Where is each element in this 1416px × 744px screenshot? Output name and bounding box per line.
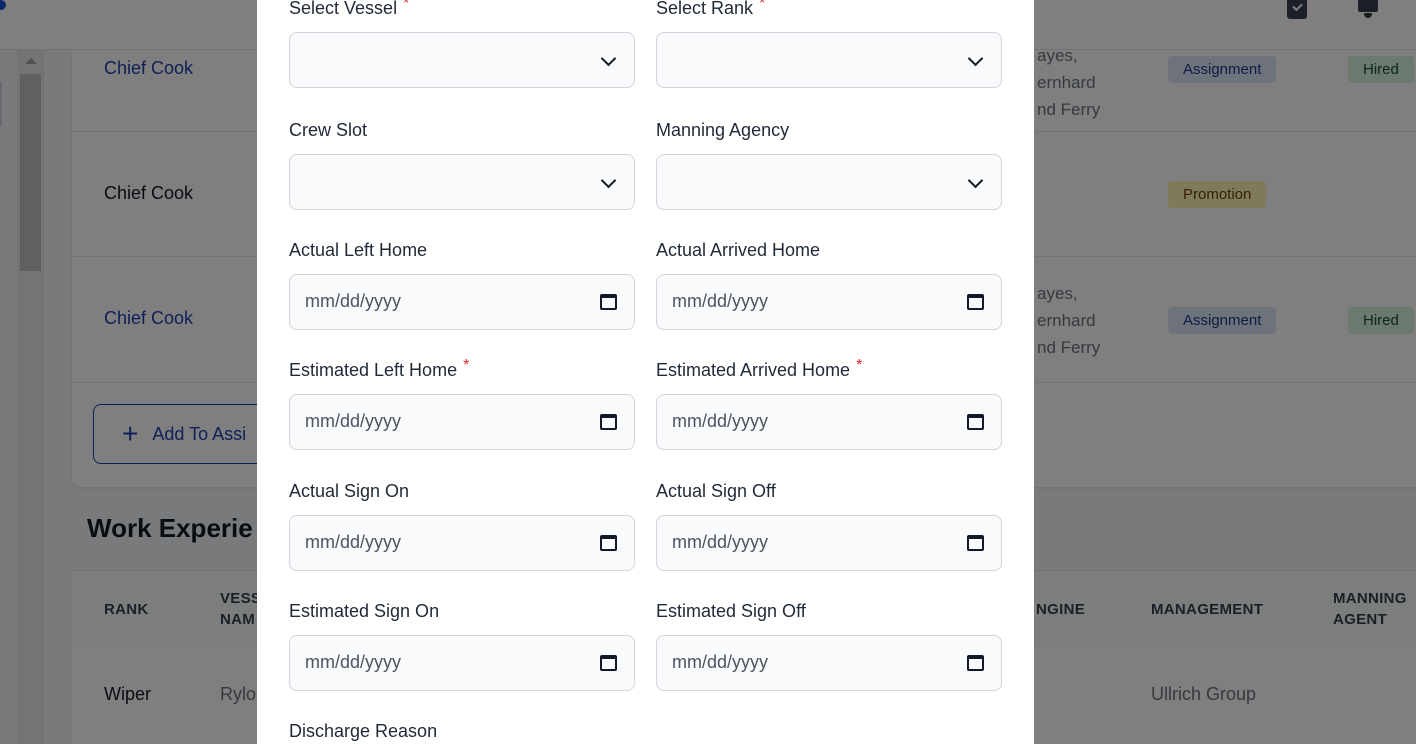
date-placeholder: mm/dd/yyyy bbox=[305, 532, 402, 552]
field-label: Actual Left Home bbox=[289, 240, 635, 264]
field-actual-left-home: Actual Left Home mm/dd/yyyy bbox=[289, 240, 635, 330]
field-label: Estimated Sign Off bbox=[656, 601, 1002, 625]
estimated-left-home-date-input[interactable]: mm/dd/yyyy bbox=[289, 394, 635, 450]
field-label: Discharge Reason bbox=[289, 721, 635, 744]
crew-slot-dropdown[interactable] bbox=[289, 154, 635, 210]
date-placeholder: mm/dd/yyyy bbox=[672, 652, 769, 672]
date-placeholder: mm/dd/yyyy bbox=[305, 411, 402, 431]
chevron-down-icon bbox=[600, 50, 617, 67]
label-text: Actual Sign Off bbox=[656, 481, 776, 501]
field-select-vessel: Select Vessel * bbox=[289, 0, 635, 88]
chevron-down-icon bbox=[600, 172, 617, 189]
date-placeholder: mm/dd/yyyy bbox=[305, 291, 402, 311]
field-manning-agency: Manning Agency bbox=[656, 120, 1002, 210]
chevron-down-icon bbox=[967, 172, 984, 189]
estimated-arrived-home-date-input[interactable]: mm/dd/yyyy bbox=[656, 394, 1002, 450]
field-estimated-arrived-home: Estimated Arrived Home * mm/dd/yyyy bbox=[656, 357, 1002, 450]
field-discharge-reason: Discharge Reason bbox=[289, 721, 635, 744]
required-marker: * bbox=[856, 357, 863, 374]
field-label: Manning Agency bbox=[656, 120, 1002, 144]
label-text: Estimated Left Home bbox=[289, 360, 458, 380]
required-marker: * bbox=[403, 0, 410, 12]
field-label: Estimated Left Home * bbox=[289, 357, 635, 384]
manning-agency-dropdown[interactable] bbox=[656, 154, 1002, 210]
label-text: Crew Slot bbox=[289, 120, 368, 140]
field-actual-sign-on: Actual Sign On mm/dd/yyyy bbox=[289, 481, 635, 571]
field-label: Estimated Sign On bbox=[289, 601, 635, 625]
field-label: Actual Sign Off bbox=[656, 481, 1002, 505]
label-text: Actual Left Home bbox=[289, 240, 428, 260]
label-text: Discharge Reason bbox=[289, 721, 438, 741]
calendar-icon[interactable] bbox=[600, 655, 617, 671]
calendar-icon[interactable] bbox=[967, 414, 984, 430]
select-vessel-dropdown[interactable] bbox=[289, 32, 635, 88]
required-marker: * bbox=[463, 357, 470, 374]
label-text: Actual Sign On bbox=[289, 481, 410, 501]
estimated-sign-on-date-input[interactable]: mm/dd/yyyy bbox=[289, 635, 635, 691]
label-text: Select Rank bbox=[656, 0, 754, 18]
assignment-modal: Select Vessel * Select Rank * Crew Slot Ma… bbox=[257, 0, 1034, 744]
date-placeholder: mm/dd/yyyy bbox=[672, 291, 769, 311]
calendar-icon[interactable] bbox=[600, 294, 617, 310]
calendar-icon[interactable] bbox=[600, 535, 617, 551]
field-label: Estimated Arrived Home * bbox=[656, 357, 1002, 384]
date-placeholder: mm/dd/yyyy bbox=[305, 652, 402, 672]
date-placeholder: mm/dd/yyyy bbox=[672, 532, 769, 552]
field-label: Actual Arrived Home bbox=[656, 240, 1002, 264]
field-estimated-sign-on: Estimated Sign On mm/dd/yyyy bbox=[289, 601, 635, 691]
date-placeholder: mm/dd/yyyy bbox=[672, 411, 769, 431]
field-label: Select Rank * bbox=[656, 0, 1002, 22]
actual-sign-on-date-input[interactable]: mm/dd/yyyy bbox=[289, 515, 635, 571]
required-marker: * bbox=[759, 0, 766, 12]
label-text: Estimated Sign On bbox=[289, 601, 440, 621]
calendar-icon[interactable] bbox=[967, 535, 984, 551]
field-label: Select Vessel * bbox=[289, 0, 635, 22]
field-select-rank: Select Rank * bbox=[656, 0, 1002, 88]
calendar-icon[interactable] bbox=[967, 294, 984, 310]
calendar-icon[interactable] bbox=[967, 655, 984, 671]
label-text: Actual Arrived Home bbox=[656, 240, 821, 260]
select-rank-dropdown[interactable] bbox=[656, 32, 1002, 88]
field-actual-sign-off: Actual Sign Off mm/dd/yyyy bbox=[656, 481, 1002, 571]
field-crew-slot: Crew Slot bbox=[289, 120, 635, 210]
field-actual-arrived-home: Actual Arrived Home mm/dd/yyyy bbox=[656, 240, 1002, 330]
label-text: Select Vessel bbox=[289, 0, 398, 18]
field-estimated-left-home: Estimated Left Home * mm/dd/yyyy bbox=[289, 357, 635, 450]
field-label: Crew Slot bbox=[289, 120, 635, 144]
calendar-icon[interactable] bbox=[600, 414, 617, 430]
label-text: Estimated Sign Off bbox=[656, 601, 806, 621]
label-text: Manning Agency bbox=[656, 120, 790, 140]
chevron-down-icon bbox=[967, 50, 984, 67]
field-estimated-sign-off: Estimated Sign Off mm/dd/yyyy bbox=[656, 601, 1002, 691]
actual-left-home-date-input[interactable]: mm/dd/yyyy bbox=[289, 274, 635, 330]
actual-sign-off-date-input[interactable]: mm/dd/yyyy bbox=[656, 515, 1002, 571]
field-label: Actual Sign On bbox=[289, 481, 635, 505]
estimated-sign-off-date-input[interactable]: mm/dd/yyyy bbox=[656, 635, 1002, 691]
label-text: Estimated Arrived Home bbox=[656, 360, 851, 380]
actual-arrived-home-date-input[interactable]: mm/dd/yyyy bbox=[656, 274, 1002, 330]
